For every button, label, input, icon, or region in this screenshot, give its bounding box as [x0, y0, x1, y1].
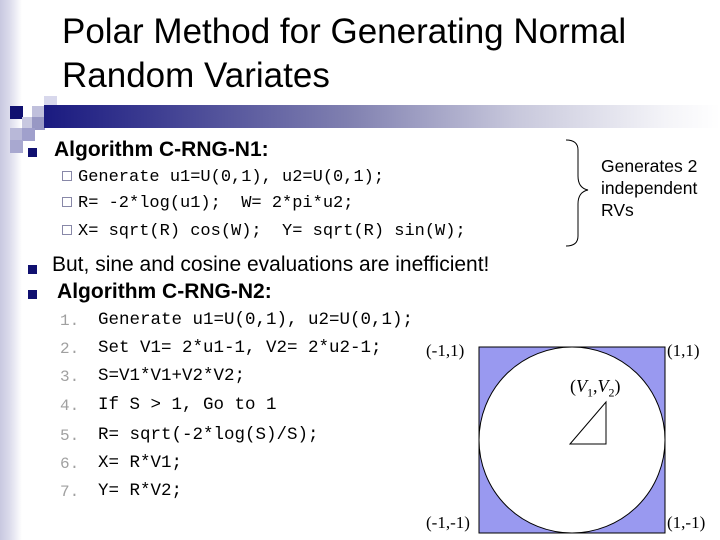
corner-label-top-left: (-1,1) — [426, 341, 465, 360]
corner-label-top-right: (1,1) — [667, 341, 700, 360]
unit-square-diagram — [478, 346, 666, 534]
point-label: (V1,V2) — [570, 376, 621, 400]
corner-label-bottom-right: (1,-1) — [667, 513, 706, 532]
unit-circle — [478, 346, 666, 534]
corner-label-bottom-left: (-1,-1) — [426, 513, 470, 532]
